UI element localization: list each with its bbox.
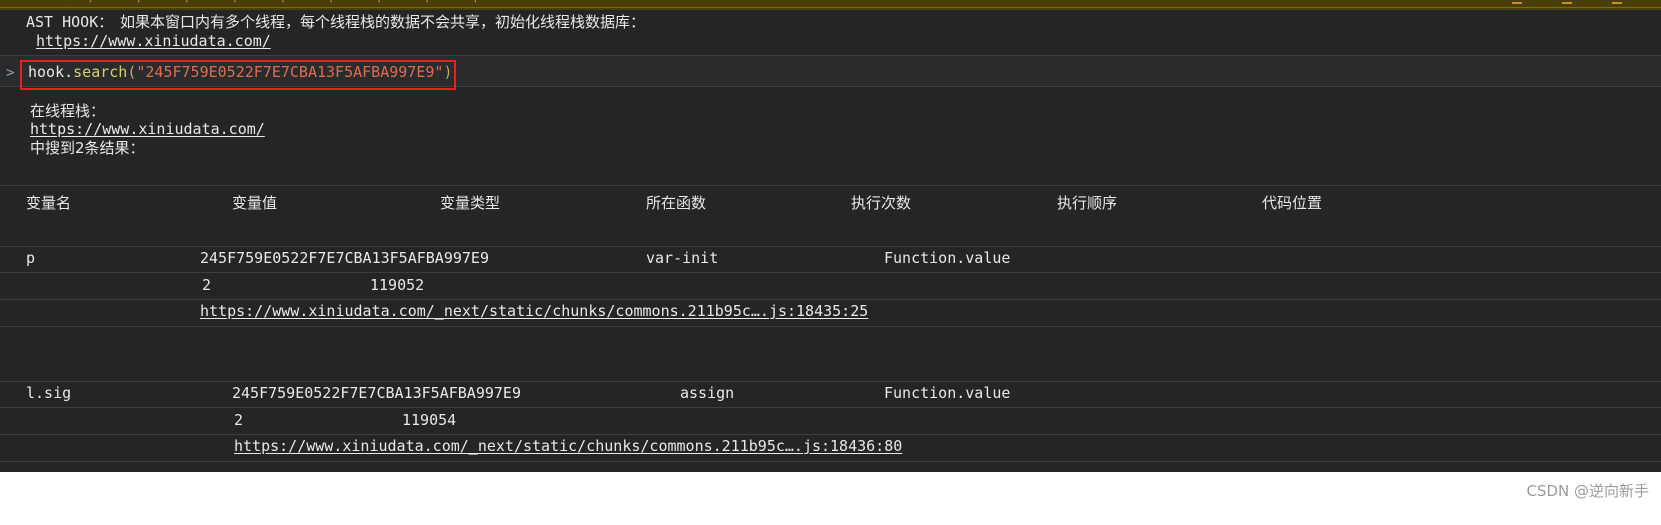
toolbar-dash-2 bbox=[1562, 2, 1572, 4]
column-header-exec-count: 执行次数 bbox=[851, 194, 912, 212]
column-header-var-type: 变量类型 bbox=[440, 194, 501, 212]
cell-var-type: var-init bbox=[646, 249, 719, 267]
toolbar-divider bbox=[0, 7, 1661, 8]
cell-var-value: 245F759E0522F7E7CBA13F5AFBA997E9 bbox=[232, 384, 521, 402]
cell-var-type: assign bbox=[680, 384, 735, 402]
cell-code-location-link[interactable]: https://www.xiniudata.com/_next/static/c… bbox=[234, 437, 902, 455]
cell-exec-order: 119052 bbox=[370, 276, 425, 294]
row-separator bbox=[0, 381, 1661, 382]
banner-label: AST HOOK： bbox=[26, 13, 114, 31]
result-line-3: 中搜到2条结果： bbox=[30, 139, 145, 157]
column-header-var-value: 变量值 bbox=[232, 194, 278, 212]
cell-var-name: p bbox=[26, 249, 36, 267]
cell-var-value: 245F759E0522F7E7CBA13F5AFBA997E9 bbox=[200, 249, 489, 267]
column-header-function: 所在函数 bbox=[646, 194, 707, 212]
console-command-row[interactable]: > hook.search("245F759E0522F7E7CBA13F5AF… bbox=[0, 55, 1661, 87]
top-toolbar-strip: ▸ ⋮ ▾ ▾ ⋮ ▾ ▾ ⋮ ▾ ▾ ⋮ ▾ ▾ ⋮ ▾ ▾ ⋮ ▾ ▾ ⋮ … bbox=[0, 0, 1661, 10]
cell-function: Function.value bbox=[884, 249, 1011, 267]
column-header-code-location: 代码位置 bbox=[1262, 194, 1323, 212]
result-url-link[interactable]: https://www.xiniudata.com/ bbox=[30, 120, 265, 138]
cell-var-name: l.sig bbox=[26, 384, 72, 402]
watermark-text: CSDN @逆向新手 bbox=[1526, 482, 1649, 500]
column-header-var-name: 变量名 bbox=[26, 194, 72, 212]
screenshot-root: ▸ ⋮ ▾ ▾ ⋮ ▾ ▾ ⋮ ▾ ▾ ⋮ ▾ ▾ ⋮ ▾ ▾ ⋮ ▾ ▾ ⋮ … bbox=[0, 0, 1661, 525]
toolbar-dash-3 bbox=[1612, 2, 1622, 4]
cell-exec-count: 2 bbox=[202, 276, 212, 294]
row-subline-separator bbox=[0, 434, 1661, 435]
command-method: search bbox=[73, 63, 128, 81]
cell-exec-order: 119054 bbox=[402, 411, 457, 429]
row-subline-separator bbox=[0, 407, 1661, 408]
cell-function: Function.value bbox=[884, 384, 1011, 402]
cell-exec-count: 2 bbox=[234, 411, 244, 429]
footer-area: CSDN @逆向新手 bbox=[0, 472, 1661, 525]
command-close-paren: ) bbox=[443, 63, 453, 81]
column-header-exec-order: 执行顺序 bbox=[1057, 194, 1118, 212]
toolbar-dash-1 bbox=[1512, 2, 1522, 4]
command-object: hook. bbox=[28, 63, 74, 81]
command-argument: "245F759E0522F7E7CBA13F5AFBA997E9" bbox=[136, 63, 444, 81]
results-table-header: 变量名 变量值 变量类型 所在函数 执行次数 执行顺序 代码位置 bbox=[0, 185, 1661, 219]
banner-url-link[interactable]: https://www.xiniudata.com/ bbox=[36, 32, 271, 50]
row-subline-separator bbox=[0, 272, 1661, 273]
banner-message: 如果本窗口内有多个线程，每个线程栈的数据不会共享，初始化线程栈数据库： bbox=[120, 13, 646, 31]
row-separator bbox=[0, 461, 1661, 462]
console-prompt-icon: > bbox=[6, 65, 15, 81]
cell-code-location-link[interactable]: https://www.xiniudata.com/_next/static/c… bbox=[200, 302, 868, 320]
row-subline-separator bbox=[0, 299, 1661, 300]
console-command-text[interactable]: hook.search("245F759E0522F7E7CBA13F5AFBA… bbox=[28, 63, 452, 81]
row-separator bbox=[0, 326, 1661, 327]
console-panel[interactable]: AST HOOK： 如果本窗口内有多个线程，每个线程栈的数据不会共享，初始化线程… bbox=[0, 10, 1661, 472]
toolbar-ghost-text: ▸ ⋮ ▾ ▾ ⋮ ▾ ▾ ⋮ ▾ ▾ ⋮ ▾ ▾ ⋮ ▾ ▾ ⋮ ▾ ▾ ⋮ … bbox=[70, 0, 496, 3]
result-line-1: 在线程栈： bbox=[30, 102, 106, 120]
row-separator bbox=[0, 246, 1661, 247]
